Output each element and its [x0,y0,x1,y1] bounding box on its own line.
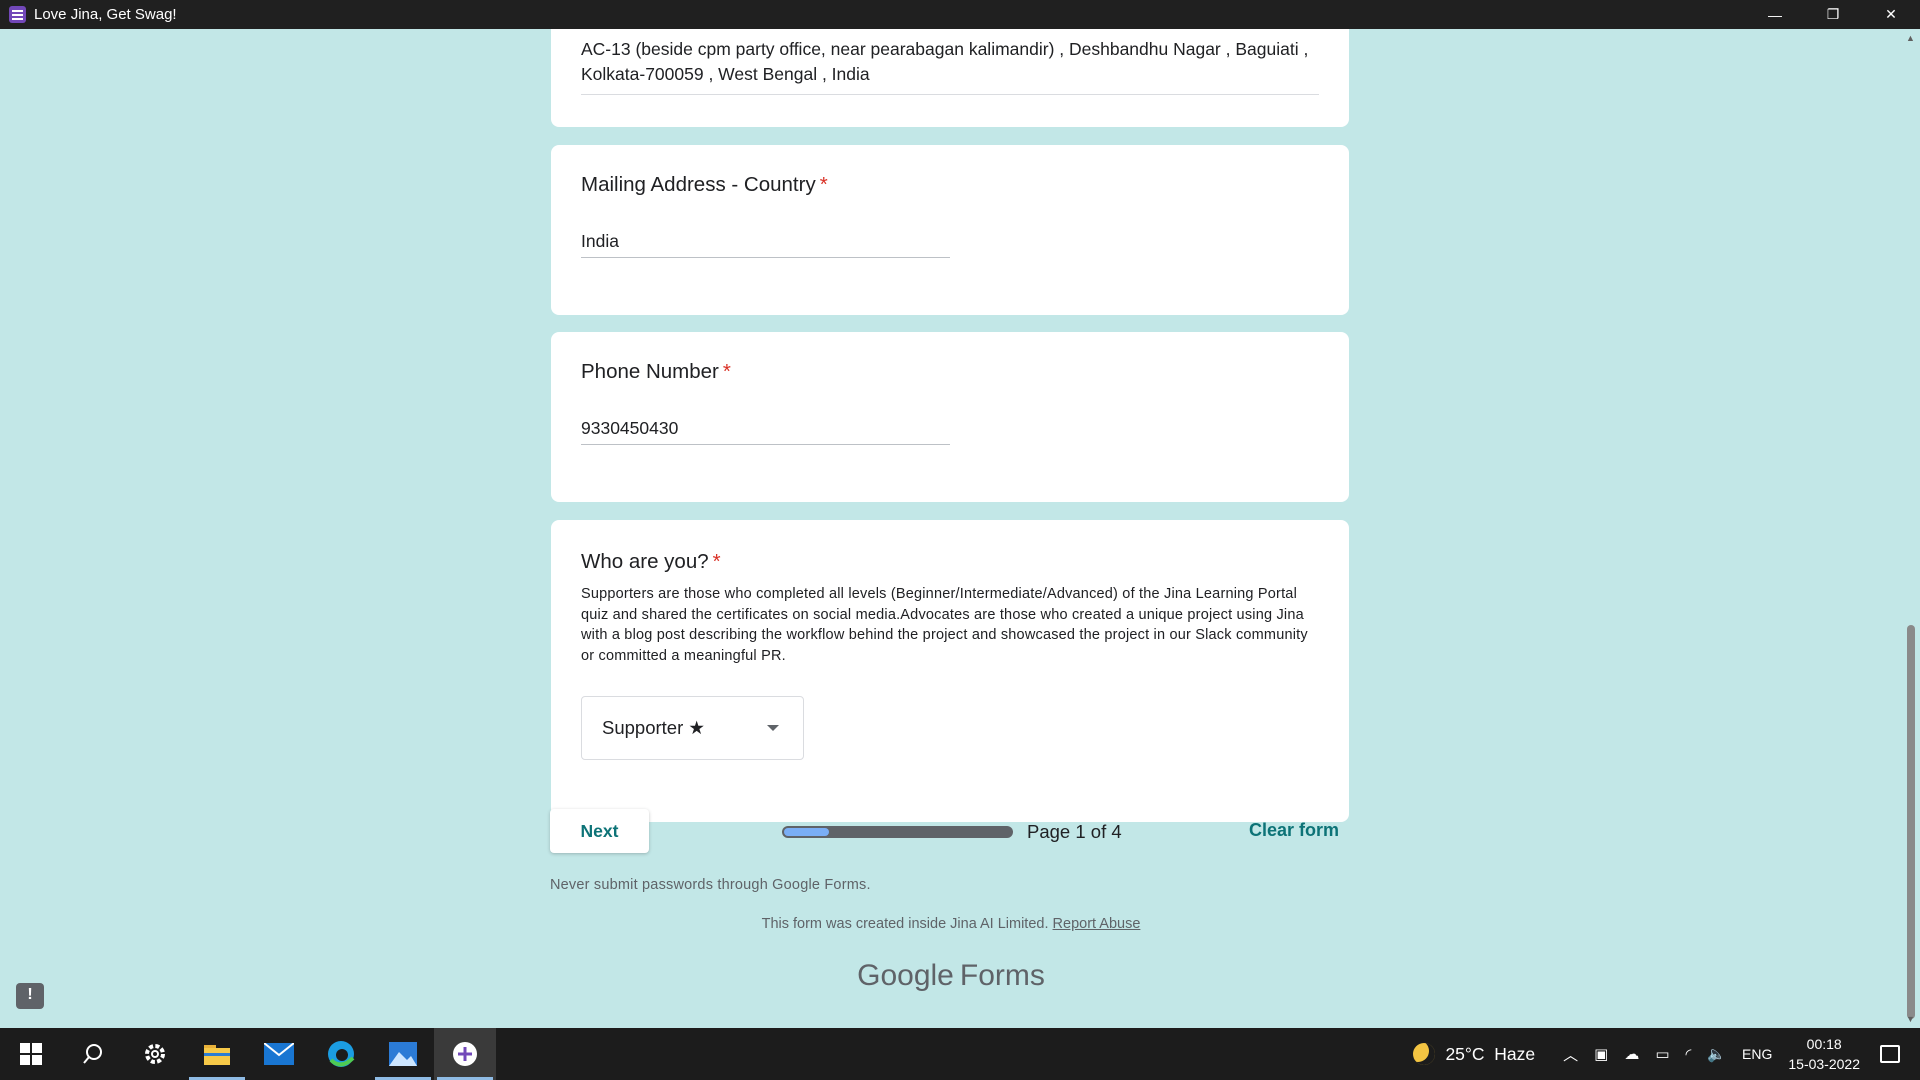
scroll-up-icon[interactable]: ▲ [1906,33,1915,43]
forms-window-app[interactable] [434,1028,496,1080]
windows-icon [20,1043,42,1065]
settings-app[interactable] [124,1028,186,1080]
taskbar: 25°C Haze ︿ ▣ ☁ ▭ ◜ 🔈 ENG 00:18 15-03-20… [0,1028,1920,1080]
country-title-text: Mailing Address - Country [581,173,816,196]
address-input[interactable]: AC-13 (beside cpm party office, near pea… [581,37,1321,87]
feedback-icon[interactable]: ! [16,983,44,1009]
edge-icon [328,1041,355,1067]
search-button[interactable] [62,1028,124,1080]
page-indicator: Page 1 of 4 [1027,821,1122,842]
clear-form-button[interactable]: Clear form [1249,820,1339,841]
gear-icon [145,1044,165,1064]
required-asterisk: * [819,173,828,196]
required-asterisk: * [722,360,731,383]
created-notice: This form was created inside Jina AI Lim… [0,916,1902,932]
scroll-down-icon[interactable]: ▼ [1906,1014,1915,1024]
restore-button[interactable]: ❐ [1804,0,1862,29]
country-card: Mailing Address - Country * India [551,145,1349,315]
wifi-icon[interactable]: ◜ [1686,1045,1692,1063]
onedrive-cloud-icon[interactable]: ☁ [1624,1045,1639,1063]
form-content: AC-13 (beside cpm party office, near pea… [0,29,1902,1028]
dropdown-arrow-icon [767,725,779,731]
battery-icon[interactable]: ▭ [1655,1045,1669,1063]
start-button[interactable] [0,1028,62,1080]
forms-wordmark: Forms [959,959,1045,992]
who-description: Supporters are those who completed all l… [581,586,1308,664]
photos-app[interactable] [372,1028,434,1080]
created-text: This form was created inside Jina AI Lim… [761,916,1049,932]
google-wordmark: Google [857,959,954,992]
phone-title-text: Phone Number [581,360,719,383]
who-dropdown[interactable]: Supporter ★ [581,696,804,760]
who-dropdown-value: Supporter ★ [602,717,705,738]
forms-app-icon [9,6,26,23]
google-forms-logo[interactable]: Google Forms [0,959,1902,993]
photos-icon [389,1042,417,1066]
meet-now-icon[interactable]: ▣ [1594,1045,1608,1063]
scrollbar-thumb[interactable] [1907,625,1915,1019]
who-question-title: Who are you? * [581,550,721,574]
phone-input[interactable]: 9330450430 [581,418,678,439]
required-asterisk: * [712,550,721,573]
clock-time: 00:18 [1806,1036,1842,1052]
plus-circle-icon [453,1042,477,1066]
notification-center-icon[interactable] [1880,1045,1900,1063]
volume-icon[interactable]: 🔈 [1707,1045,1726,1063]
password-warning: Never submit passwords through Google Fo… [550,877,871,893]
who-card: Who are you? * Supporters are those who c… [551,520,1349,822]
search-icon [83,1044,102,1064]
phone-card: Phone Number * 9330450430 [551,332,1349,502]
phone-underline [581,444,950,445]
file-explorer-app[interactable] [186,1028,248,1080]
progress-bar [782,826,1013,838]
minimize-button[interactable]: — [1746,0,1804,29]
moon-cloud-icon [1413,1043,1436,1065]
system-tray: 25°C Haze ︿ ▣ ☁ ▭ ◜ 🔈 ENG 00:18 15-03-20… [1413,1028,1920,1080]
who-title-text: Who are you? [581,550,709,573]
weather-widget[interactable]: 25°C Haze [1413,1043,1535,1065]
report-abuse-link[interactable]: Report Abuse [1053,916,1141,932]
country-question-title: Mailing Address - Country * [581,173,828,197]
address-underline [581,94,1319,95]
edge-browser-app[interactable] [310,1028,372,1080]
mail-app[interactable] [248,1028,310,1080]
progress-bar-fill [784,828,829,836]
folder-icon [204,1045,230,1065]
window-titlebar: Love Jina, Get Swag! — ❐ ✕ [0,0,1920,29]
address-card: AC-13 (beside cpm party office, near pea… [551,29,1349,127]
phone-question-title: Phone Number * [581,360,731,384]
country-underline [581,257,950,258]
country-input[interactable]: India [581,231,619,252]
next-button[interactable]: Next [550,809,649,853]
clock-date: 15-03-2022 [1788,1056,1860,1072]
clock[interactable]: 00:18 15-03-2022 [1788,1034,1860,1074]
mail-icon [264,1043,294,1065]
chevron-up-icon[interactable]: ︿ [1563,1044,1578,1065]
weather-description: Haze [1494,1043,1536,1064]
language-indicator[interactable]: ENG [1742,1046,1772,1062]
vertical-scrollbar[interactable]: ▲ ▼ [1902,29,1920,1028]
window-title: Love Jina, Get Swag! [34,6,177,23]
close-button[interactable]: ✕ [1862,0,1920,29]
weather-temperature: 25°C [1445,1043,1485,1064]
